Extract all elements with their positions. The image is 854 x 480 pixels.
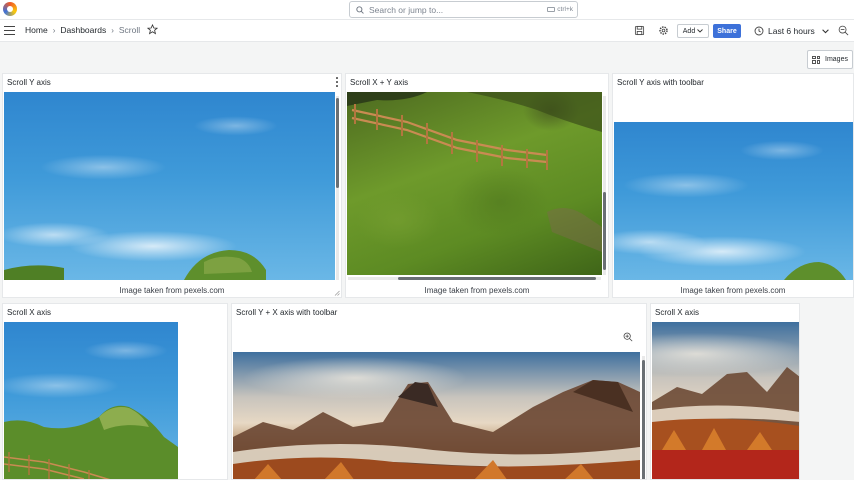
panel-scroll-y-x-axis-toolbar[interactable]: Scroll Y + X axis with toolbar bbox=[231, 303, 647, 480]
sky-image bbox=[4, 92, 335, 280]
grid-icon bbox=[812, 55, 821, 64]
panel-scroll-x-y-axis[interactable]: Scroll X + Y axis Image taken from pexel… bbox=[345, 73, 609, 298]
vertical-scrollbar[interactable] bbox=[336, 96, 339, 280]
menu-icon[interactable] bbox=[4, 26, 15, 36]
add-label: Add bbox=[682, 27, 696, 35]
gear-icon[interactable] bbox=[658, 25, 669, 36]
vertical-scrollbar[interactable] bbox=[642, 356, 645, 479]
panel-scroll-x-axis[interactable]: Scroll X axis bbox=[2, 303, 228, 480]
search-placeholder: Search or jump to... bbox=[369, 4, 444, 15]
autumn-image bbox=[652, 322, 799, 479]
image-caption: Image taken from pexels.com bbox=[119, 286, 225, 295]
mountain-graphic bbox=[233, 380, 640, 479]
mountain-graphic bbox=[652, 367, 799, 479]
vertical-scrollbar[interactable] bbox=[603, 96, 606, 275]
save-icon[interactable] bbox=[634, 25, 645, 36]
resize-handle-icon[interactable] bbox=[334, 290, 340, 296]
chevron-down-icon bbox=[697, 29, 704, 33]
star-icon[interactable] bbox=[147, 24, 158, 35]
panel-menu-icon[interactable] bbox=[335, 77, 339, 87]
chevron-right-icon: › bbox=[111, 25, 114, 35]
grafana-logo-icon[interactable] bbox=[3, 2, 17, 16]
panel-scroll-x-axis-right[interactable]: Scroll X axis bbox=[650, 303, 800, 480]
panel-title: Scroll X axis bbox=[655, 308, 700, 317]
panel-title: Scroll Y axis with toolbar bbox=[617, 78, 704, 87]
hill-image bbox=[4, 322, 178, 479]
time-range-picker[interactable]: Last 6 hours bbox=[754, 24, 829, 38]
panel-scroll-y-axis[interactable]: Scroll Y axis Image taken from pexels.co… bbox=[2, 73, 342, 298]
images-label: Images bbox=[825, 56, 848, 63]
top-bar: Search or jump to... ctrl+k bbox=[0, 0, 854, 20]
breadcrumb: Home › Dashboards › Scroll bbox=[25, 25, 140, 35]
breadcrumb-home[interactable]: Home bbox=[25, 25, 48, 35]
search-icon bbox=[356, 5, 364, 14]
dashboard-nav-bar: Home › Dashboards › Scroll Add Share Las… bbox=[0, 20, 854, 42]
panel-title: Scroll X + Y axis bbox=[350, 78, 409, 87]
panel-title: Scroll Y axis bbox=[7, 78, 51, 87]
breadcrumb-current: Scroll bbox=[118, 25, 141, 35]
fence-graphic bbox=[347, 92, 602, 252]
clock-icon bbox=[754, 26, 764, 36]
meadow-image bbox=[347, 92, 602, 275]
share-button[interactable]: Share bbox=[713, 24, 741, 38]
hill-graphic bbox=[784, 262, 846, 280]
shortcut-label: ctrl+k bbox=[557, 6, 573, 13]
search-input[interactable]: Search or jump to... ctrl+k bbox=[349, 1, 578, 18]
keyboard-icon bbox=[547, 7, 556, 12]
zoom-out-icon[interactable] bbox=[838, 25, 849, 36]
image-caption: Image taken from pexels.com bbox=[424, 286, 530, 295]
time-range-label: Last 6 hours bbox=[768, 26, 815, 36]
chevron-right-icon: › bbox=[52, 25, 56, 35]
panel-scroll-y-axis-toolbar[interactable]: Scroll Y axis with toolbar Image taken f… bbox=[612, 73, 854, 298]
panel-title: Scroll X axis bbox=[7, 308, 52, 317]
sky-image bbox=[614, 122, 853, 280]
horizontal-scrollbar[interactable] bbox=[348, 277, 601, 280]
add-button[interactable]: Add bbox=[677, 24, 709, 38]
hill-graphic bbox=[4, 405, 178, 479]
keyboard-shortcut-hint: ctrl+k bbox=[547, 6, 573, 13]
zoom-in-icon[interactable] bbox=[623, 332, 633, 342]
mountain-image bbox=[233, 352, 640, 479]
panel-title: Scroll Y + X axis with toolbar bbox=[236, 308, 338, 317]
breadcrumb-dashboards[interactable]: Dashboards bbox=[60, 25, 106, 35]
hill-graphic bbox=[4, 250, 266, 280]
image-caption: Image taken from pexels.com bbox=[680, 286, 786, 295]
chevron-down-icon bbox=[821, 28, 829, 33]
images-toggle-button[interactable]: Images bbox=[807, 50, 853, 69]
